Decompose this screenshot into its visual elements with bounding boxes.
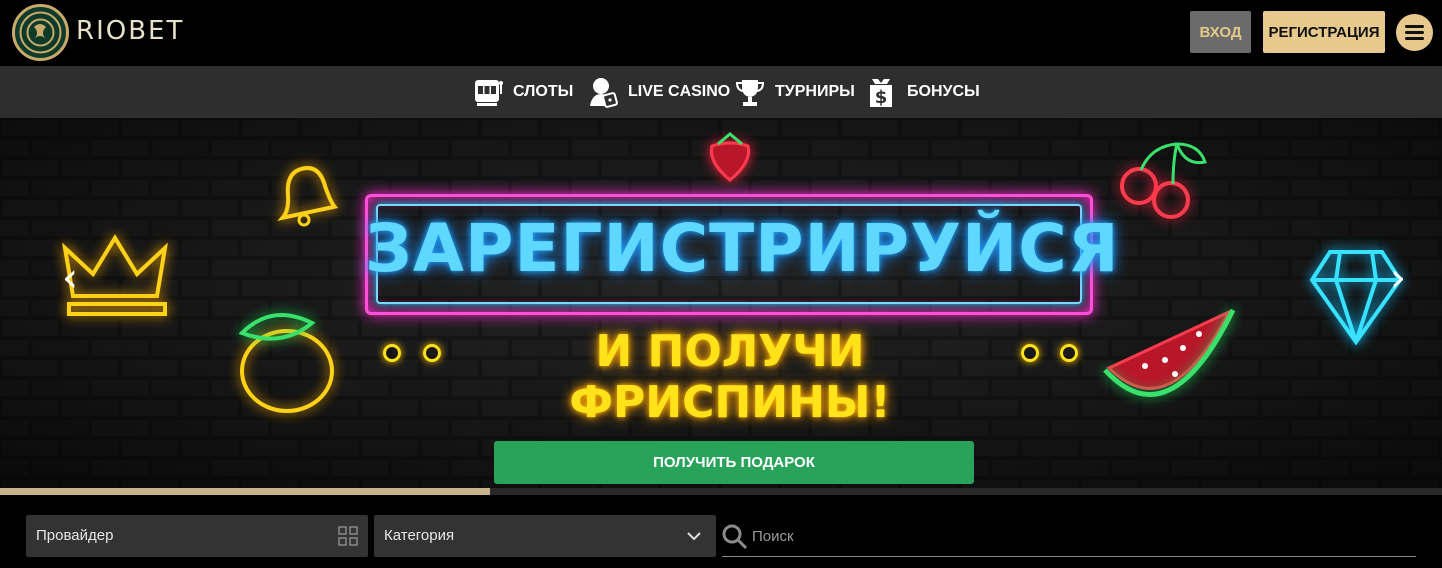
neon-lemon-icon (238, 313, 334, 413)
category-label: Категория (384, 527, 455, 544)
slide-progress-bar (0, 488, 1442, 495)
top-header: RIOBET ВХОД РЕГИСТРАЦИЯ (0, 0, 1442, 66)
neon-dot (1060, 344, 1078, 362)
nav-item-label: БОНУСЫ (907, 83, 980, 100)
neon-strawberry-icon (709, 132, 751, 182)
svg-text:$: $ (875, 87, 888, 108)
chevron-left-icon[interactable]: ‹ (50, 258, 90, 298)
dollar-bag-icon: $ (867, 76, 897, 108)
dealer-icon (588, 76, 618, 108)
nav-item-live-casino[interactable]: LIVE CASINO (588, 66, 730, 118)
main-nav: СЛОТЫ LIVE CASINO ТУРНИРЫ $ БОНУСЫ (0, 66, 1442, 118)
neon-cherries-icon (1120, 142, 1207, 219)
neon-watermelon-icon (1103, 308, 1236, 397)
get-gift-button[interactable]: ПОЛУЧИТЬ ПОДАРОК (494, 441, 974, 484)
riobet-logo-icon[interactable] (12, 4, 69, 61)
login-button[interactable]: ВХОД (1190, 11, 1251, 53)
neon-dot (1021, 344, 1039, 362)
nav-item-bonuses[interactable]: $ БОНУСЫ (867, 66, 980, 118)
banner-subtitle: И ПОЛУЧИ ФРИСПИНЫ! (569, 326, 891, 428)
grid-icon (338, 526, 358, 546)
nav-item-label: LIVE CASINO (628, 83, 731, 100)
nav-item-slots[interactable]: СЛОТЫ (473, 66, 573, 118)
search-icon (722, 524, 748, 550)
nav-item-label: СЛОТЫ (513, 83, 574, 100)
category-select[interactable]: Категория (374, 515, 716, 557)
nav-item-label: ТУРНИРЫ (775, 83, 855, 100)
chevron-down-icon (687, 532, 701, 541)
register-button[interactable]: РЕГИСТРАЦИЯ (1263, 11, 1385, 53)
provider-label: Провайдер (36, 527, 114, 544)
promo-banner[interactable]: ЗАРЕГИСТРИРУЙСЯ И ПОЛУЧИ ФРИСПИНЫ! ‹ › П… (0, 118, 1442, 488)
trophy-icon (735, 76, 765, 108)
slot-machine-icon (473, 76, 503, 108)
search-bar (722, 515, 1416, 557)
provider-select[interactable]: Провайдер (26, 515, 368, 557)
chevron-right-icon[interactable]: › (1378, 258, 1418, 298)
hamburger-menu-icon[interactable] (1396, 14, 1433, 51)
neon-dot (383, 344, 401, 362)
neon-dot (423, 344, 441, 362)
search-input[interactable] (752, 523, 1402, 549)
nav-item-tournaments[interactable]: ТУРНИРЫ (735, 66, 855, 118)
brand-name: RIOBET (76, 16, 185, 46)
banner-title: ЗАРЕГИСТРИРУЙСЯ (365, 210, 1120, 287)
slide-progress-fill (0, 488, 491, 495)
neon-bell-icon (277, 165, 339, 227)
